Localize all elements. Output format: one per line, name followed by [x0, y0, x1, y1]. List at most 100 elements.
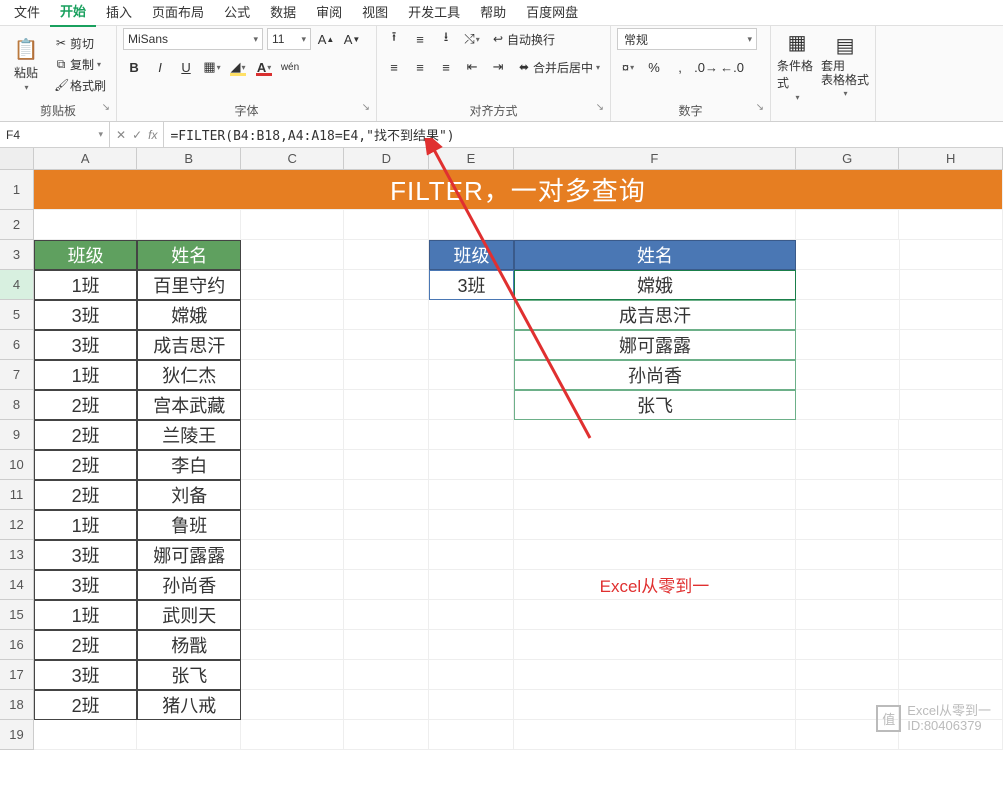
cell[interactable] [241, 570, 344, 600]
row-header-18[interactable]: 18 [0, 690, 34, 720]
formula-input[interactable]: =FILTER(B4:B18,A4:A18=E4,"找不到结果") [164, 122, 1003, 147]
cell[interactable]: 娜可露露 [514, 330, 796, 360]
cell[interactable] [899, 450, 1002, 480]
align-right-button[interactable]: ≡ [435, 56, 457, 78]
cell[interactable] [514, 690, 796, 720]
cell[interactable] [429, 360, 514, 390]
percent-button[interactable]: % [643, 56, 665, 78]
cell[interactable] [344, 210, 429, 240]
cell[interactable] [241, 390, 344, 420]
cell[interactable]: 2班 [34, 630, 138, 660]
cell[interactable] [899, 660, 1002, 690]
decrease-font-button[interactable]: A▼ [341, 28, 363, 50]
border-button[interactable]: ▦▾ [201, 56, 223, 78]
comma-button[interactable]: , [669, 56, 691, 78]
menu-item-2[interactable]: 插入 [96, 0, 142, 26]
align-center-button[interactable]: ≡ [409, 56, 431, 78]
name-box[interactable]: F4 [0, 122, 110, 147]
cell[interactable] [137, 210, 241, 240]
cell[interactable] [899, 420, 1002, 450]
cell[interactable] [796, 270, 899, 300]
cell[interactable]: 刘备 [137, 480, 241, 510]
cell[interactable]: 2班 [34, 450, 138, 480]
cell[interactable] [429, 300, 514, 330]
cell[interactable]: 2班 [34, 480, 138, 510]
cell[interactable]: 1班 [34, 270, 138, 300]
indent-inc-button[interactable]: ⇥ [487, 56, 509, 78]
row-header-5[interactable]: 5 [0, 300, 34, 330]
row-header-13[interactable]: 13 [0, 540, 34, 570]
cell[interactable] [900, 360, 1003, 390]
row-header-17[interactable]: 17 [0, 660, 34, 690]
cell[interactable] [344, 420, 429, 450]
cell[interactable]: 猪八戒 [137, 690, 241, 720]
cell[interactable] [429, 210, 514, 240]
cell[interactable] [34, 720, 138, 750]
cell[interactable] [514, 540, 796, 570]
conditional-format-button[interactable]: ▦条件格式▾ [777, 30, 817, 102]
cell[interactable]: 成吉思汗 [514, 300, 796, 330]
cell[interactable] [796, 420, 899, 450]
cell[interactable]: 成吉思汗 [137, 330, 241, 360]
cell[interactable] [344, 630, 429, 660]
cell[interactable] [429, 330, 514, 360]
cell[interactable] [344, 270, 429, 300]
cell[interactable] [900, 390, 1003, 420]
cell[interactable] [241, 690, 344, 720]
menu-item-10[interactable]: 百度网盘 [516, 0, 588, 26]
cell[interactable] [514, 660, 796, 690]
cell[interactable] [796, 630, 899, 660]
worksheet[interactable]: ABCDEFGH 1FILTER，一对多查询23班级姓名班级姓名41班百里守约3… [0, 148, 1003, 750]
phonetic-button[interactable]: wén [279, 56, 301, 78]
cell[interactable] [429, 450, 514, 480]
cell[interactable] [344, 600, 429, 630]
cell[interactable] [429, 570, 514, 600]
cell[interactable]: 班级 [429, 240, 514, 270]
cell[interactable]: 2班 [34, 390, 138, 420]
cell[interactable]: 姓名 [137, 240, 241, 270]
cell[interactable]: 鲁班 [137, 510, 241, 540]
cell[interactable]: 狄仁杰 [137, 360, 241, 390]
cell[interactable]: 兰陵王 [137, 420, 241, 450]
cell[interactable]: 李白 [137, 450, 241, 480]
cell[interactable] [796, 600, 899, 630]
menu-item-7[interactable]: 视图 [352, 0, 398, 26]
cell[interactable] [514, 720, 796, 750]
cell[interactable] [137, 720, 241, 750]
cell[interactable]: 娜可露露 [137, 540, 241, 570]
cell[interactable] [796, 240, 899, 270]
cell[interactable] [429, 630, 514, 660]
cell[interactable] [344, 570, 429, 600]
cell[interactable] [241, 330, 344, 360]
bold-button[interactable]: B [123, 56, 145, 78]
cell[interactable] [796, 480, 899, 510]
align-middle-button[interactable]: ≡ [409, 28, 431, 50]
menu-item-5[interactable]: 数据 [260, 0, 306, 26]
cancel-formula-button[interactable]: ✕ [116, 128, 126, 142]
cell[interactable] [241, 720, 345, 750]
cell[interactable]: 3班 [34, 300, 138, 330]
cell[interactable] [241, 450, 344, 480]
cell[interactable]: 宫本武藏 [137, 390, 241, 420]
cell[interactable] [796, 360, 899, 390]
menu-item-9[interactable]: 帮助 [470, 0, 516, 26]
row-header-14[interactable]: 14 [0, 570, 34, 600]
row-header-1[interactable]: 1 [0, 170, 34, 210]
cell[interactable]: 孙尚香 [514, 360, 796, 390]
cell[interactable] [344, 390, 429, 420]
row-header-3[interactable]: 3 [0, 240, 34, 270]
cell[interactable] [241, 480, 344, 510]
cell[interactable]: 3班 [34, 570, 138, 600]
cell[interactable] [900, 300, 1003, 330]
cell[interactable] [899, 540, 1002, 570]
menu-item-0[interactable]: 文件 [4, 0, 50, 26]
active-cell[interactable]: 嫦娥 [514, 270, 796, 300]
cell[interactable] [241, 210, 345, 240]
launcher-icon[interactable]: ↘ [596, 102, 604, 113]
fx-button[interactable]: fx [148, 128, 157, 142]
align-left-button[interactable]: ≡ [383, 56, 405, 78]
cell[interactable] [344, 510, 429, 540]
cell[interactable]: 3班 [34, 660, 138, 690]
col-header-H[interactable]: H [899, 148, 1003, 169]
menu-item-6[interactable]: 审阅 [306, 0, 352, 26]
